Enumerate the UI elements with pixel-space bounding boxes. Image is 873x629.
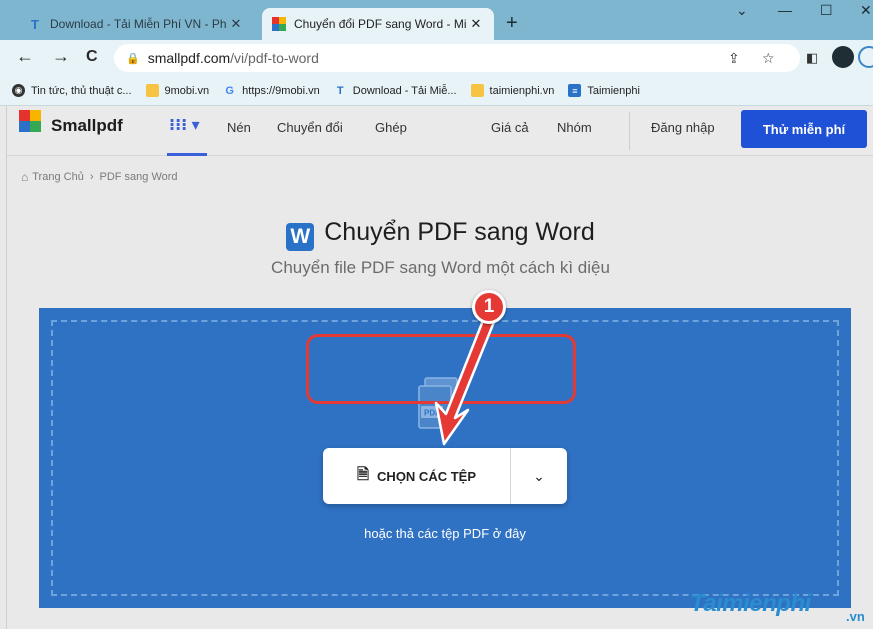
watermark-suffix: .vn [846, 609, 865, 624]
step-badge: 1 [472, 290, 506, 324]
watermark-logo: Taimienphi [690, 590, 811, 617]
annotation-arrow [434, 316, 496, 446]
